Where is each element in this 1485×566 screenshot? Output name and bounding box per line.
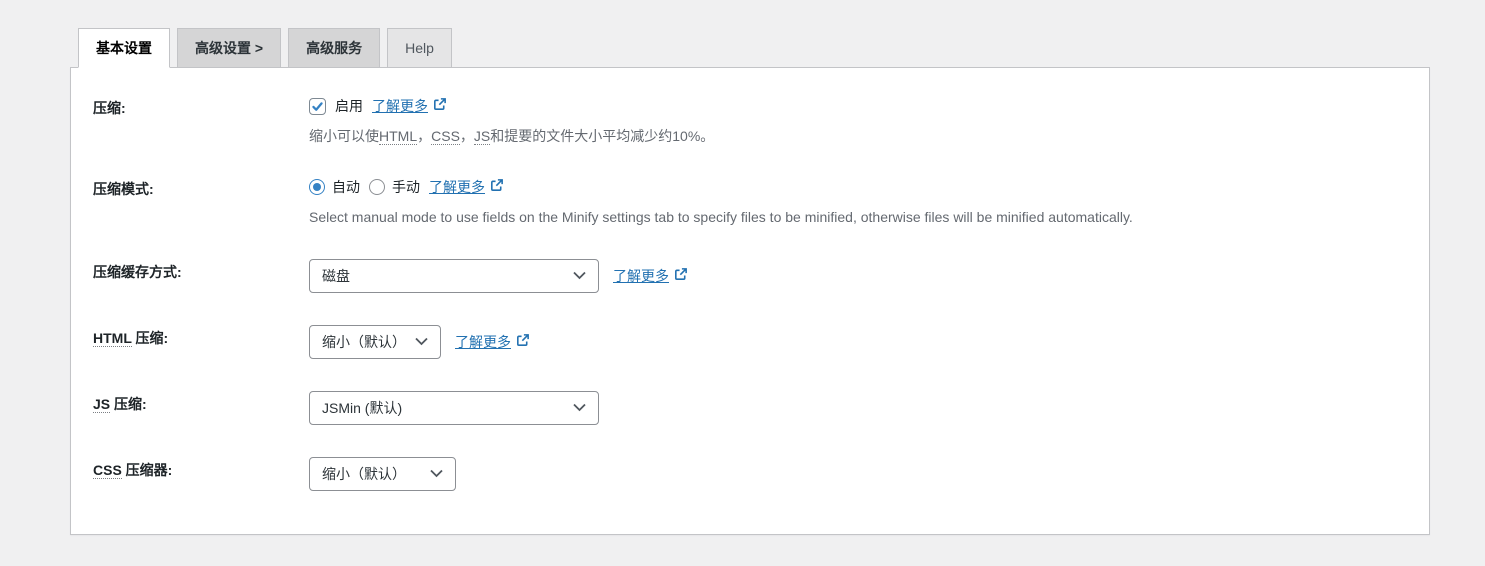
desc-text: ， xyxy=(417,128,432,144)
minify-enable-checkbox[interactable] xyxy=(309,97,326,115)
label-text: 压缩: xyxy=(110,395,147,412)
minify-mode-description: Select manual mode to use fields on the … xyxy=(309,209,1133,226)
row-minify-mode: 压缩模式: 自动 手动 了解更多 Select manual mode to u… xyxy=(71,161,1429,242)
chevron-down-icon xyxy=(415,337,428,346)
cache-method-selected-value: 磁盘 xyxy=(322,267,350,284)
tab-advanced-services[interactable]: 高级服务 xyxy=(288,28,381,68)
minify-enable-checkbox-label: 启用 xyxy=(335,98,363,114)
desc-text: 和提要的文件大小平均减少约10%。 xyxy=(490,128,715,144)
cache-method-select[interactable]: 磁盘 xyxy=(309,258,599,293)
minify-mode-auto-radio[interactable] xyxy=(309,179,325,196)
acronym-css: CSS xyxy=(93,461,122,479)
label-text: 压缩器: xyxy=(121,461,173,478)
minify-mode-learn-more-link[interactable]: 了解更多 xyxy=(429,177,504,197)
tab-advanced-settings[interactable]: 高级设置 > xyxy=(177,28,282,68)
html-minifier-select[interactable]: 缩小（默认） xyxy=(309,324,441,359)
html-minifier-label: HTML 压缩: xyxy=(93,325,309,359)
settings-page: 基本设置 高级设置 > 高级服务 Help 压缩: 启用 了解更多 缩小可以使H… xyxy=(0,0,1485,535)
tab-help[interactable]: Help xyxy=(387,28,452,68)
html-minifier-selected-value: 缩小（默认） xyxy=(322,333,406,350)
row-js-minifier: JS 压缩: JSMin (默认) xyxy=(71,375,1429,441)
minify-enable-description: 缩小可以使HTML，CSS，JS和提要的文件大小平均减少约10%。 xyxy=(309,126,1419,146)
row-html-minifier: HTML 压缩: 缩小（默认） 了解更多 xyxy=(71,309,1429,375)
settings-panel: 压缩: 启用 了解更多 缩小可以使HTML，CSS，JS和提要的文件大小平均减少… xyxy=(70,67,1430,535)
acronym-js: JS xyxy=(93,395,111,413)
label-text: 压缩: xyxy=(131,329,169,346)
radio-dot xyxy=(313,183,321,192)
acronym-html: HTML xyxy=(93,329,132,347)
external-link-icon xyxy=(515,333,530,351)
minify-mode-manual-label: 手动 xyxy=(392,179,420,196)
learn-more-text: 了解更多 xyxy=(455,333,511,350)
css-minifier-select[interactable]: 缩小（默认） xyxy=(309,456,456,491)
row-cache-method: 压缩缓存方式: 磁盘 了解更多 xyxy=(71,243,1429,309)
acronym-js: JS xyxy=(473,128,491,145)
learn-more-text: 了解更多 xyxy=(613,267,669,284)
learn-more-text: 了解更多 xyxy=(429,179,485,196)
tab-bar: 基本设置 高级设置 > 高级服务 Help xyxy=(78,28,1485,68)
minify-enable-label: 压缩: xyxy=(93,100,126,116)
tab-basic-settings[interactable]: 基本设置 xyxy=(78,28,170,68)
chevron-down-icon xyxy=(573,403,586,412)
js-minifier-select[interactable]: JSMin (默认) xyxy=(309,390,599,425)
minify-mode-auto-label: 自动 xyxy=(332,179,360,196)
chevron-down-icon xyxy=(573,271,586,280)
js-minifier-selected-value: JSMin (默认) xyxy=(322,399,403,416)
acronym-css: CSS xyxy=(431,128,460,145)
html-minifier-learn-more-link[interactable]: 了解更多 xyxy=(455,332,530,352)
css-minifier-selected-value: 缩小（默认） xyxy=(322,465,406,482)
row-minify-enable: 压缩: 启用 了解更多 缩小可以使HTML，CSS，JS和提要的文件大小平均减少… xyxy=(71,80,1429,161)
external-link-icon xyxy=(489,178,504,196)
external-link-icon xyxy=(673,267,688,285)
desc-text: ， xyxy=(459,128,474,144)
cache-method-learn-more-link[interactable]: 了解更多 xyxy=(613,266,688,286)
minify-mode-label: 压缩模式: xyxy=(93,181,154,198)
external-link-icon xyxy=(432,97,447,115)
css-minifier-label: CSS 压缩器: xyxy=(93,457,309,491)
row-css-minifier: CSS 压缩器: 缩小（默认） xyxy=(71,441,1429,507)
chevron-down-icon xyxy=(430,469,443,478)
learn-more-text: 了解更多 xyxy=(372,98,428,114)
js-minifier-label: JS 压缩: xyxy=(93,391,309,425)
minify-mode-manual-radio[interactable] xyxy=(369,179,385,196)
desc-text: 缩小可以使 xyxy=(309,128,379,144)
acronym-html: HTML xyxy=(379,128,418,145)
cache-method-label: 压缩缓存方式: xyxy=(93,263,182,280)
minify-enable-learn-more-link[interactable]: 了解更多 xyxy=(372,96,447,116)
check-icon xyxy=(312,101,323,111)
